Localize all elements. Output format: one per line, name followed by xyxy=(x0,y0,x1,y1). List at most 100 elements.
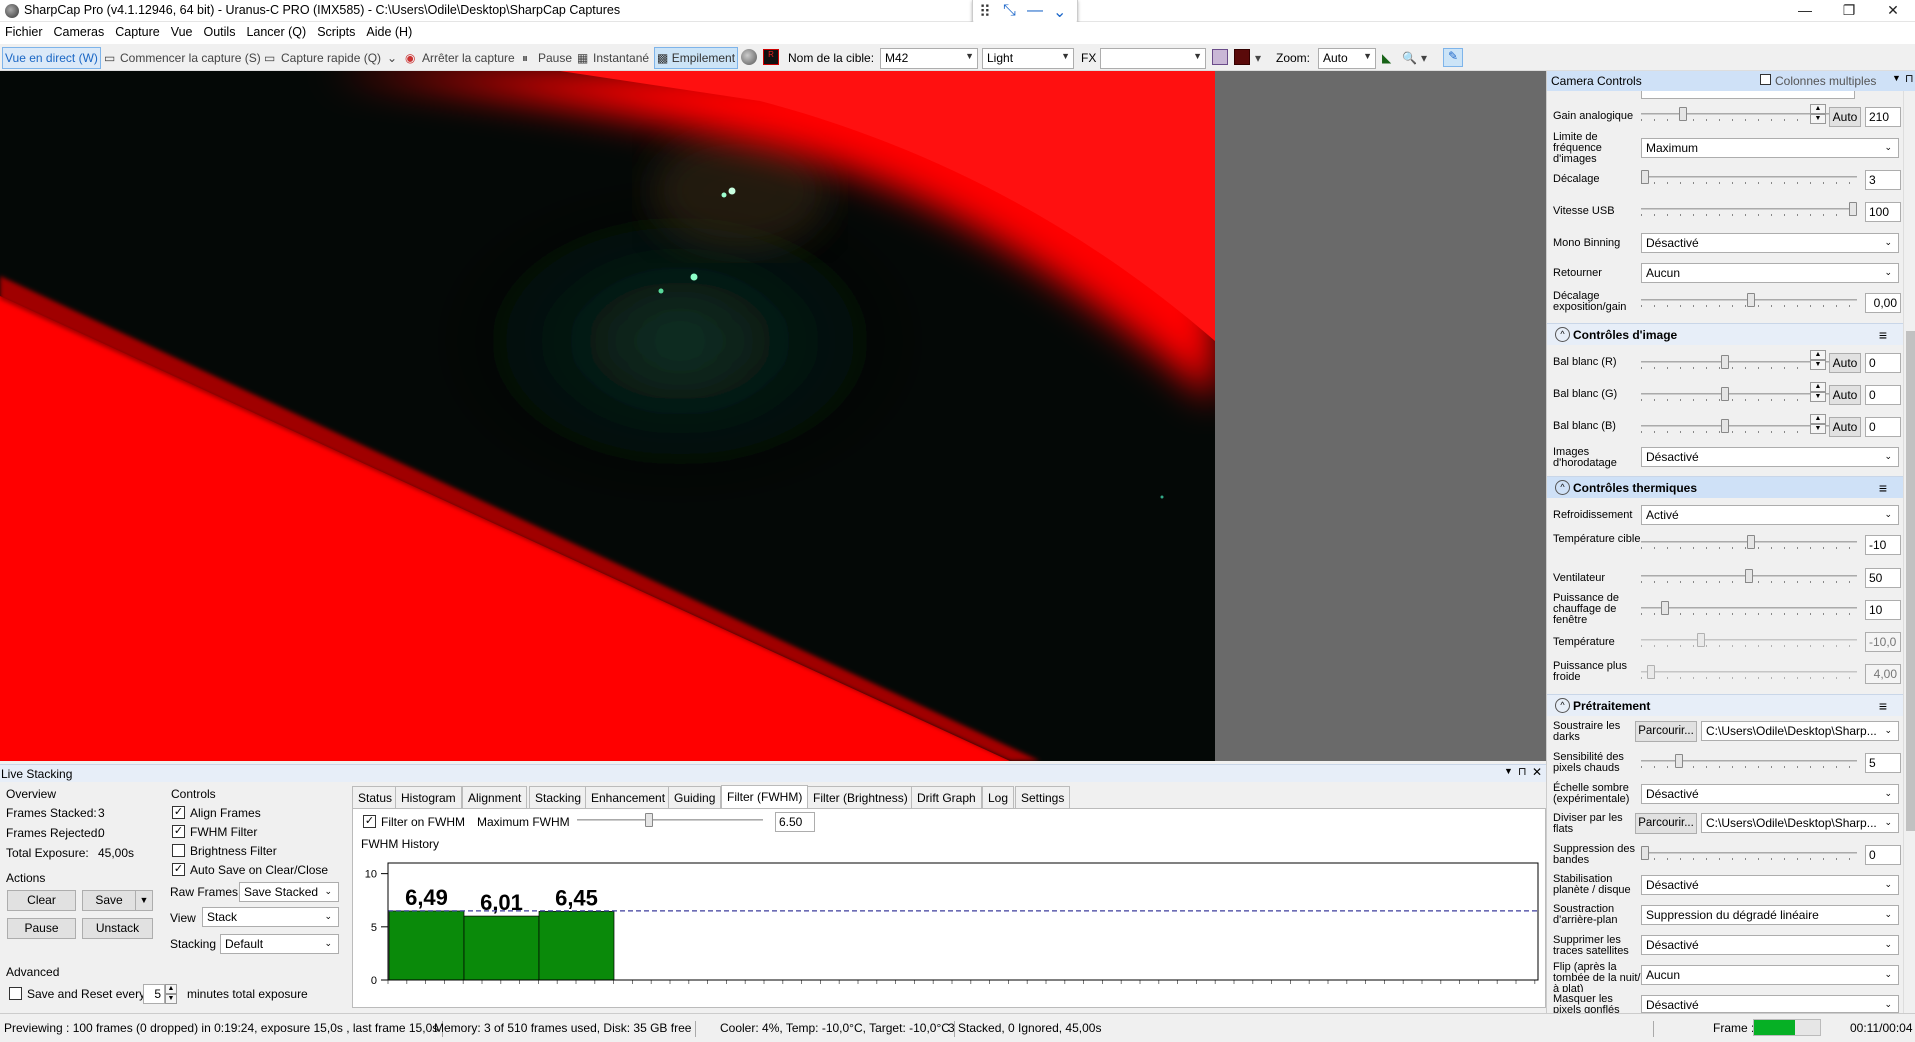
wb-green-value[interactable]: 0 xyxy=(1865,385,1901,405)
fan-slider[interactable] xyxy=(1641,569,1857,583)
window-heater-slider[interactable] xyxy=(1641,601,1857,615)
wb-green-spinner[interactable]: ▲ ▼ xyxy=(1810,382,1826,402)
reticle-icon[interactable] xyxy=(1234,49,1250,65)
chevron-down-icon[interactable]: ⌄ xyxy=(1053,2,1066,22)
reticle-dropdown-icon[interactable]: ▾ xyxy=(1255,51,1261,65)
tab-filter-brightness[interactable]: Filter (Brightness) xyxy=(807,786,914,808)
pin-icon[interactable]: ⊓ xyxy=(1905,72,1914,85)
menu-lancer[interactable]: Lancer (Q) xyxy=(241,22,312,39)
exposure-gain-offset-slider[interactable] xyxy=(1641,293,1857,307)
banding-suppression-slider[interactable] xyxy=(1641,846,1857,860)
filter-on-fwhm-checkbox[interactable]: ✓ xyxy=(363,815,376,828)
minutes-spinner[interactable]: ▲ ▼ xyxy=(165,984,177,1004)
menu-aide[interactable]: Aide (H) xyxy=(361,22,418,39)
thermal-controls-header[interactable]: ^ Contrôles thermiques ≡ xyxy=(1547,476,1903,498)
zoom-combo[interactable]: Auto ▼ xyxy=(1318,48,1376,69)
panel-scrollbar[interactable] xyxy=(1903,91,1915,1013)
background-subtraction-select[interactable]: Suppression du dégradé linéaire ⌄ xyxy=(1641,905,1899,925)
banding-suppression-value[interactable]: 0 xyxy=(1865,845,1901,865)
save-reset-minutes-input[interactable]: 5 xyxy=(143,984,165,1004)
frame-rate-limit-select[interactable]: Maximum ⌄ xyxy=(1641,138,1899,158)
view-select[interactable]: Stack ⌄ xyxy=(202,907,339,927)
panel-dropdown-icon[interactable]: ▼ xyxy=(1504,766,1513,776)
flats-path-select[interactable]: C:\Users\Odile\Desktop\Sharp... ⌄ xyxy=(1701,813,1899,833)
target-temp-slider[interactable] xyxy=(1641,535,1857,549)
image-controls-header[interactable]: ^ Contrôles d'image ≡ xyxy=(1547,323,1903,345)
dark-scale-select[interactable]: Désactivé ⌄ xyxy=(1641,784,1899,804)
mono-binning-select[interactable]: Désactivé ⌄ xyxy=(1641,233,1899,253)
wb-green-slider[interactable] xyxy=(1641,387,1833,401)
stop-capture-button[interactable]: Arrêter la capture xyxy=(422,51,515,65)
quick-capture-dropdown-icon[interactable]: ⌄ xyxy=(387,51,397,65)
cooling-select[interactable]: Activé ⌄ xyxy=(1641,505,1899,525)
menu-outils[interactable]: Outils xyxy=(199,22,242,39)
collapse-icon[interactable]: ^ xyxy=(1555,327,1570,342)
pin-icon[interactable]: ✎ xyxy=(1443,48,1463,67)
minimize-button[interactable]: — xyxy=(1783,0,1827,22)
wb-blue-auto-button[interactable]: Auto xyxy=(1829,417,1861,437)
gain-slider[interactable] xyxy=(1641,107,1833,121)
tab-enhancement[interactable]: Enhancement xyxy=(585,786,672,808)
wb-green-auto-button[interactable]: Auto xyxy=(1829,385,1861,405)
tab-filter-fwhm[interactable]: Filter (FWHM) xyxy=(721,785,809,809)
collapse-icon[interactable]: ^ xyxy=(1555,480,1570,495)
camera-preview-image[interactable] xyxy=(0,71,1215,761)
wb-red-value[interactable]: 0 xyxy=(1865,353,1901,373)
collapse-icon[interactable]: ^ xyxy=(1555,698,1570,713)
hamburger-menu-icon[interactable]: ≡ xyxy=(1879,698,1887,714)
fwhm-filter-checkbox[interactable]: ✓ xyxy=(172,825,185,838)
tab-status[interactable]: Status xyxy=(352,786,399,808)
restore-button[interactable]: ❐ xyxy=(1827,0,1871,22)
darks-path-select[interactable]: C:\Users\Odile\Desktop\Sharp... ⌄ xyxy=(1701,721,1899,741)
tab-histogram[interactable]: Histogram xyxy=(395,786,462,808)
auto-save-checkbox[interactable]: ✓ xyxy=(172,863,185,876)
wb-red-slider[interactable] xyxy=(1641,355,1833,369)
exposure-gain-offset-value[interactable]: 0,00 xyxy=(1865,293,1901,313)
target-name-combo[interactable]: M42 ▼ xyxy=(880,48,978,69)
planet-stabilization-select[interactable]: Désactivé ⌄ xyxy=(1641,875,1899,895)
flats-browse-button[interactable]: Parcourir... xyxy=(1635,813,1697,834)
tab-settings[interactable]: Settings xyxy=(1015,786,1071,808)
pause-button[interactable]: Pause xyxy=(538,51,572,65)
scrollbar-thumb[interactable] xyxy=(1906,331,1915,831)
max-fwhm-slider[interactable] xyxy=(577,813,763,827)
record-icon[interactable]: R xyxy=(763,49,779,65)
menu-scripts[interactable]: Scripts xyxy=(312,22,361,39)
tab-log[interactable]: Log xyxy=(982,786,1015,808)
offset-slider[interactable] xyxy=(1641,170,1857,184)
colour-icon[interactable] xyxy=(1212,49,1228,65)
wb-blue-value[interactable]: 0 xyxy=(1865,417,1901,437)
shrink-icon[interactable]: ⤡ xyxy=(1003,2,1016,20)
wb-blue-slider[interactable] xyxy=(1641,419,1833,433)
stacking-select[interactable]: Default ⌄ xyxy=(220,934,339,954)
usb-speed-slider[interactable] xyxy=(1641,202,1857,216)
minimize-remote-icon[interactable]: — xyxy=(1027,2,1043,20)
multi-columns-checkbox[interactable] xyxy=(1760,74,1771,85)
tab-stacking[interactable]: Stacking xyxy=(529,786,588,808)
hot-pixel-value[interactable]: 5 xyxy=(1865,753,1901,773)
save-reset-checkbox[interactable] xyxy=(9,987,22,1000)
close-button[interactable]: ✕ xyxy=(1871,0,1915,22)
darks-browse-button[interactable]: Parcourir... xyxy=(1635,721,1697,742)
target-temp-value[interactable]: -10 xyxy=(1865,535,1901,555)
gain-spinner[interactable]: ▲ ▼ xyxy=(1810,104,1826,124)
mask-pixels-select[interactable]: Désactivé ⌄ xyxy=(1641,995,1899,1013)
clear-button[interactable]: Clear xyxy=(7,890,76,911)
flip-dusk-select[interactable]: Aucun ⌄ xyxy=(1641,965,1899,985)
pause-stack-button[interactable]: Pause xyxy=(7,918,76,939)
save-button[interactable]: Save xyxy=(82,890,136,911)
snapshot-button[interactable]: Instantané xyxy=(593,51,649,65)
start-capture-button[interactable]: Commencer la capture (S) xyxy=(120,51,261,65)
tab-guiding[interactable]: Guiding xyxy=(668,786,722,808)
menu-cameras[interactable]: Cameras xyxy=(49,22,111,39)
pin-icon[interactable]: ⊓ xyxy=(1518,765,1527,778)
hamburger-menu-icon[interactable]: ≡ xyxy=(1879,327,1887,343)
image-viewer[interactable] xyxy=(0,71,1546,761)
menu-capture[interactable]: Capture xyxy=(110,22,165,39)
raw-frames-select[interactable]: Save Stacked ⌄ xyxy=(239,882,339,902)
usb-speed-value[interactable]: 100 xyxy=(1865,202,1901,222)
align-frames-checkbox[interactable]: ✓ xyxy=(172,806,185,819)
max-fwhm-value[interactable]: 6.50 xyxy=(775,812,815,832)
grid-icon[interactable]: ⠿ xyxy=(979,2,991,22)
save-dropdown-icon[interactable]: ▼ xyxy=(135,890,153,911)
